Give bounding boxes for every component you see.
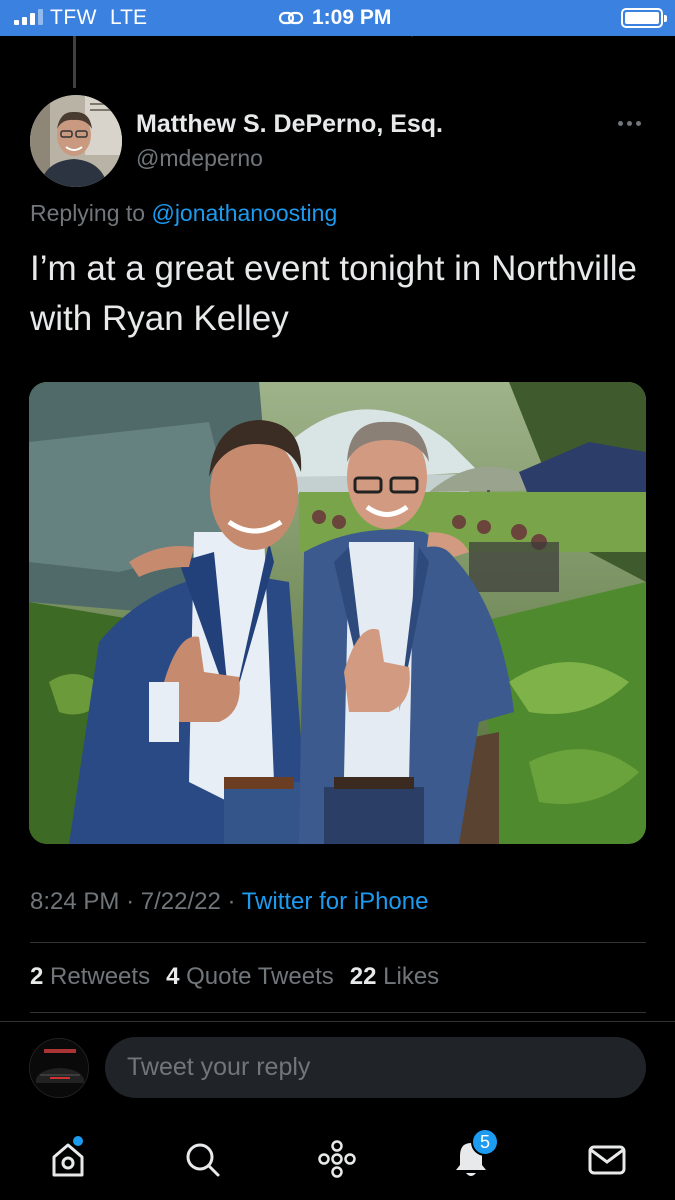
replying-prefix: Replying to	[30, 200, 146, 226]
mail-icon	[588, 1145, 626, 1175]
likes-label: Likes	[383, 963, 440, 990]
tab-spaces[interactable]	[312, 1134, 362, 1184]
divider	[30, 942, 646, 943]
thread-connector	[73, 36, 76, 88]
meta-separator: ·	[227, 888, 236, 915]
hotspot-link-icon	[278, 11, 304, 25]
more-options-icon[interactable]	[612, 112, 646, 134]
home-icon	[52, 1143, 84, 1177]
share-icon[interactable]	[528, 36, 558, 46]
likes-count: 22	[349, 963, 377, 990]
tab-notifications[interactable]: 5	[446, 1128, 499, 1184]
tab-home[interactable]	[43, 1134, 93, 1184]
home-unread-dot	[73, 1136, 83, 1146]
tab-bar: 5	[0, 1120, 675, 1200]
user-avatar[interactable]	[29, 1038, 89, 1098]
tweet-text: I’m at a great event tonight in Northvil…	[30, 249, 637, 338]
clock-time: 1:09 PM	[312, 6, 392, 29]
carrier-label: TFW	[50, 6, 97, 29]
reply-icon[interactable]	[138, 36, 208, 46]
tab-messages[interactable]	[582, 1134, 632, 1184]
battery-icon	[621, 8, 667, 28]
tweet-date: 7/22/22	[140, 888, 221, 915]
retweets-label: Retweets	[50, 963, 151, 990]
quote-tweets-stat[interactable]: 4 Quote Tweets	[166, 963, 334, 991]
replying-to: Replying to @jonathanoosting	[30, 200, 337, 227]
reply-input[interactable]	[105, 1037, 646, 1098]
status-bar: TFW LTE 1:09 PM	[0, 0, 675, 36]
reply-bar-border	[0, 1021, 675, 1022]
network-label: LTE	[110, 6, 147, 29]
signal-icon	[14, 9, 43, 25]
previous-tweet-actions	[0, 36, 675, 48]
like-icon[interactable]	[400, 36, 460, 46]
meta-separator: ·	[126, 888, 135, 915]
replying-mention-link[interactable]: @jonathanoosting	[151, 200, 337, 226]
quote-tweets-count: 4	[166, 963, 180, 990]
spaces-icon	[318, 1140, 356, 1178]
author-avatar[interactable]	[30, 95, 122, 187]
tweet-photo[interactable]	[29, 382, 646, 844]
divider	[30, 1012, 646, 1013]
author-handle[interactable]: @mdeperno	[136, 145, 263, 172]
retweets-count: 2	[30, 963, 44, 990]
search-icon	[186, 1143, 220, 1177]
retweets-stat[interactable]: 2 Retweets	[30, 963, 150, 991]
tweet-time: 8:24 PM	[30, 888, 120, 915]
author-display-name[interactable]: Matthew S. DePerno, Esq.	[136, 110, 443, 139]
notifications-badge: 5	[471, 1128, 499, 1156]
likes-stat[interactable]: 22 Likes	[350, 963, 439, 991]
tweet-source-link[interactable]: Twitter for iPhone	[242, 888, 429, 915]
quote-tweets-label: Quote Tweets	[186, 963, 334, 990]
tweet-meta: 8:24 PM · 7/22/22 · Twitter for iPhone	[30, 888, 428, 916]
tweet-stats: 2 Retweets 4 Quote Tweets 22 Likes	[30, 963, 439, 991]
tab-search[interactable]	[177, 1134, 227, 1184]
knight-rider-logo	[44, 1049, 76, 1053]
retweet-icon[interactable]	[270, 36, 330, 46]
